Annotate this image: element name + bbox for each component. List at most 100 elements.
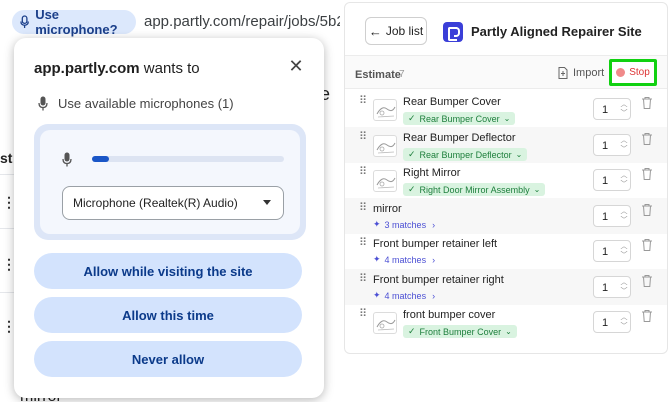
check-icon: ✓: [408, 184, 416, 194]
stepper-arrows-icon[interactable]: ︿ ﹀: [618, 136, 630, 154]
part-thumbnail: [373, 312, 397, 334]
matched-part-tag[interactable]: ✓ Front Bumper Cover ⌄: [403, 325, 517, 338]
quantity-value: 1: [602, 211, 609, 223]
permission-row: Use available microphones (1): [38, 96, 234, 111]
trash-icon[interactable]: [641, 96, 653, 110]
drag-handle-icon[interactable]: ⠿: [359, 96, 367, 107]
estimate-item[interactable]: ⠿ mirror ✦ 3 matches › 1 ︿ ﹀: [345, 198, 667, 234]
item-name: Right Mirror: [403, 167, 461, 179]
use-microphone-chip[interactable]: Use microphone?: [12, 7, 136, 37]
quantity-stepper[interactable]: 1 ︿ ﹀: [593, 98, 631, 120]
estimate-item[interactable]: ⠿ Rear Bumper Deflector ✓ Rear Bumper Defle…: [345, 127, 667, 163]
item-name: Front bumper retainer right: [373, 274, 504, 286]
drag-handle-icon[interactable]: ⠿: [359, 274, 367, 285]
matches-label: 3 matches: [384, 219, 427, 230]
quantity-stepper[interactable]: 1 ︿ ﹀: [593, 169, 631, 191]
quantity-value: 1: [602, 140, 609, 152]
job-list-label: Job list: [385, 24, 424, 38]
sparkle-icon: ✦: [373, 290, 381, 300]
stepper-arrows-icon[interactable]: ︿ ﹀: [618, 207, 630, 225]
quantity-stepper[interactable]: 1 ︿ ﹀: [593, 240, 631, 262]
chevron-down-icon: ⌄: [533, 185, 541, 194]
mic-level-meter: [92, 156, 284, 162]
matches-label: 4 matches: [384, 290, 427, 301]
allow-while-visiting-button[interactable]: Allow while visiting the site: [34, 253, 302, 289]
trash-icon[interactable]: [641, 309, 653, 323]
chevron-right-icon: ›: [432, 219, 436, 230]
trash-icon[interactable]: [641, 274, 653, 288]
import-button[interactable]: Import: [558, 67, 604, 79]
drag-handle-icon[interactable]: ⠿: [359, 203, 367, 214]
sparkle-icon: ✦: [373, 219, 381, 229]
estimate-item[interactable]: ⠿ Front bumper retainer left ✦ 4 matches › 1 ︿…: [345, 233, 667, 269]
check-icon: ✓: [408, 326, 416, 336]
popup-wants-to: wants to: [143, 60, 200, 77]
tag-label: Right Door Mirror Assembly: [419, 184, 530, 195]
quantity-stepper[interactable]: 1 ︿ ﹀: [593, 134, 631, 156]
popup-title: app.partly.com wants to: [34, 60, 200, 77]
estimate-count: 7: [399, 69, 405, 80]
drag-handle-icon[interactable]: ⠿: [359, 167, 367, 178]
estimate-item[interactable]: ⠿ Rear Bumper Cover ✓ Rear Bumper Cover ⌄ 1 ︿ ﹀: [345, 91, 667, 127]
chevron-down-icon: ⌄: [503, 114, 511, 123]
microphone-icon: [62, 152, 72, 167]
chevron-down-icon: ⌄: [505, 327, 512, 336]
item-name: front bumper cover: [403, 309, 496, 321]
stop-label: Stop: [629, 67, 650, 78]
stop-recording-button[interactable]: Stop: [609, 59, 657, 86]
trash-icon[interactable]: [641, 238, 653, 252]
drag-handle-icon[interactable]: ⠿: [359, 132, 367, 143]
microphone-panel: Microphone (Realtek(R) Audio): [34, 124, 306, 240]
drag-handle-icon[interactable]: ⠿: [359, 309, 367, 320]
stepper-arrows-icon[interactable]: ︿ ﹀: [618, 242, 630, 260]
matched-part-tag[interactable]: ✓ Rear Bumper Deflector ⌄: [403, 148, 528, 161]
site-title: Partly Aligned Repairer Site: [471, 24, 642, 39]
stepper-arrows-icon[interactable]: ︿ ﹀: [618, 278, 630, 296]
matches-link[interactable]: ✦ 3 matches ›: [373, 219, 435, 230]
quantity-stepper[interactable]: 1 ︿ ﹀: [593, 276, 631, 298]
estimate-header: Estimate 7 Import Stop: [345, 55, 667, 89]
stepper-arrows-icon[interactable]: ︿ ﹀: [618, 100, 630, 118]
trash-icon[interactable]: [641, 203, 653, 217]
estimate-item[interactable]: ⠿ front bumper cover ✓ Front Bumper Cover ⌄ 1…: [345, 304, 667, 340]
import-icon: [558, 67, 568, 79]
dropdown-caret-icon: [263, 200, 271, 205]
close-icon[interactable]: ✕: [286, 56, 306, 76]
estimate-item[interactable]: ⠿ Right Mirror ✓ Right Door Mirror Assembly…: [345, 162, 667, 198]
quantity-value: 1: [602, 246, 609, 258]
allow-this-time-button[interactable]: Allow this time: [34, 297, 302, 333]
quantity-stepper[interactable]: 1 ︿ ﹀: [593, 311, 631, 333]
estimate-item[interactable]: ⠿ Front bumper retainer right ✦ 4 matches › 1…: [345, 269, 667, 305]
estimate-panel: ← Job list Partly Aligned Repairer Site …: [344, 2, 668, 354]
matches-label: 4 matches: [384, 254, 427, 265]
microphone-permission-popup: app.partly.com wants to ✕ Use available …: [14, 38, 324, 398]
trash-icon[interactable]: [641, 132, 653, 146]
mic-level-fill: [92, 156, 110, 162]
quantity-value: 1: [602, 282, 609, 294]
stepper-arrows-icon[interactable]: ︿ ﹀: [618, 313, 630, 331]
partly-logo-icon: [443, 22, 463, 42]
use-microphone-label: Use microphone?: [35, 7, 118, 37]
part-thumbnail: [373, 135, 397, 157]
drag-handle-icon[interactable]: ⠿: [359, 238, 367, 249]
stepper-arrows-icon[interactable]: ︿ ﹀: [618, 171, 630, 189]
quantity-stepper[interactable]: 1 ︿ ﹀: [593, 205, 631, 227]
url-text[interactable]: app.partly.com/repair/jobs/5b2: [144, 13, 340, 30]
matched-part-tag[interactable]: ✓ Right Door Mirror Assembly ⌄: [403, 183, 546, 196]
part-thumbnail: [373, 170, 397, 192]
never-allow-button[interactable]: Never allow: [34, 341, 302, 377]
microphone-panel-inner: Microphone (Realtek(R) Audio): [40, 130, 300, 234]
trash-icon[interactable]: [641, 167, 653, 181]
check-icon: ✓: [408, 113, 416, 123]
matches-link[interactable]: ✦ 4 matches ›: [373, 290, 435, 301]
tag-label: Front Bumper Cover: [419, 326, 502, 337]
permission-text: Use available microphones (1): [58, 96, 234, 111]
microphone-select[interactable]: Microphone (Realtek(R) Audio): [62, 186, 284, 220]
matches-link[interactable]: ✦ 4 matches ›: [373, 254, 435, 265]
tag-label: Rear Bumper Deflector: [419, 149, 512, 160]
quantity-value: 1: [602, 175, 609, 187]
matched-part-tag[interactable]: ✓ Rear Bumper Cover ⌄: [403, 112, 516, 125]
item-name: Rear Bumper Deflector: [403, 132, 516, 144]
chevron-right-icon: ›: [432, 254, 436, 265]
job-list-button[interactable]: ← Job list: [365, 17, 427, 45]
